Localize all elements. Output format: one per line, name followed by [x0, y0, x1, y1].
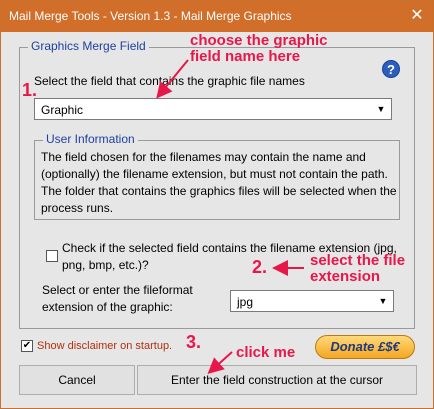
annotation-step2-text: select the file extension [310, 252, 406, 285]
help-icon[interactable]: ? [382, 60, 400, 78]
graphic-field-select[interactable]: Graphic ▼ [34, 98, 392, 120]
field-select-label: Select the field that contains the graph… [34, 74, 305, 88]
fileformat-value: jpg [237, 295, 254, 309]
info-text: The field chosen for the filenames may c… [41, 150, 397, 215]
chevron-down-icon[interactable]: ▼ [373, 101, 389, 117]
annotation-step1-text: choose the graphic field name here [190, 32, 328, 65]
graphics-merge-field-group: Graphics Merge Field ? Select the field … [19, 39, 415, 329]
chevron-down-icon[interactable]: ▼ [375, 293, 391, 309]
annotation-step1-number: 1. [22, 80, 38, 100]
graphic-field-value: Graphic [41, 103, 84, 117]
fileformat-select[interactable]: jpg ▼ [230, 290, 394, 312]
annotation-step3-number: 3. [186, 332, 202, 352]
donate-button[interactable]: Donate £$€ [315, 335, 415, 359]
annotation-step3-text: click me [236, 344, 296, 361]
cancel-button[interactable]: Cancel [19, 365, 135, 395]
disclaimer-label: Show disclaimer on startup. [37, 340, 173, 352]
user-information-box: User Information The field chosen for th… [34, 132, 400, 220]
window-title: Mail Merge Tools - Version 1.3 - Mail Me… [9, 9, 292, 23]
disclaimer-checkbox[interactable]: ✔ [21, 340, 33, 352]
enter-field-construction-button[interactable]: Enter the field construction at the curs… [137, 365, 417, 395]
close-icon[interactable]: ✕ [407, 7, 427, 25]
group-legend: Graphics Merge Field [28, 39, 149, 53]
fileformat-label: Select or enter the fileformat extension… [42, 283, 193, 314]
title-bar[interactable]: Mail Merge Tools - Version 1.3 - Mail Me… [1, 1, 433, 32]
annotation-step2-number: 2. [252, 257, 268, 277]
info-legend: User Information [43, 132, 138, 146]
extension-checkbox[interactable] [46, 250, 58, 262]
